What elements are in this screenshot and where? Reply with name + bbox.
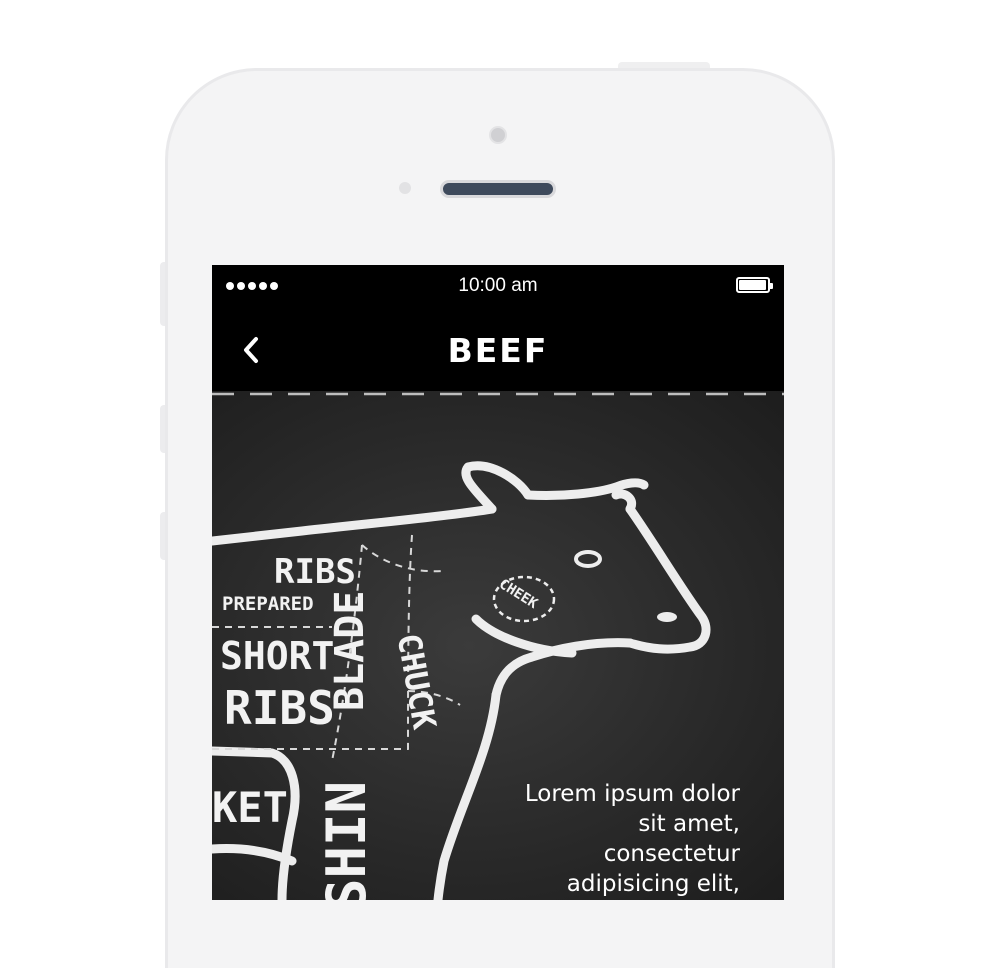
cut-label-brisket[interactable]: KET — [212, 787, 288, 829]
front-camera — [489, 126, 507, 144]
cut-label-short-ribs[interactable]: SHORT — [220, 637, 334, 675]
cut-label-blade[interactable]: BLADE — [327, 591, 373, 711]
cut-label-shin[interactable]: SHIN — [315, 781, 378, 900]
navigation-bar: BEEF — [212, 309, 784, 391]
description-text: Lorem ipsum dolor sit amet, consectetur … — [524, 781, 740, 897]
cut-label-short-ribs-2[interactable]: RIBS — [224, 685, 335, 731]
status-time: 10:00 am — [458, 275, 538, 296]
earpiece-speaker — [440, 180, 556, 198]
cut-label-ribs-prepared[interactable]: RIBS — [274, 555, 356, 589]
status-bar: 10:00 am — [212, 265, 784, 309]
app-screen: 10:00 am BEEF RIBS PREPARED SHORT RIBS B… — [212, 265, 784, 900]
battery-icon — [736, 277, 773, 293]
page-title: BEEF — [447, 331, 549, 370]
battery-level — [739, 280, 766, 290]
proximity-sensor — [399, 182, 411, 194]
cut-label-prepared[interactable]: PREPARED — [222, 595, 314, 614]
beef-cuts-chart: RIBS PREPARED SHORT RIBS BLADE CHUCK CHE… — [212, 391, 784, 900]
